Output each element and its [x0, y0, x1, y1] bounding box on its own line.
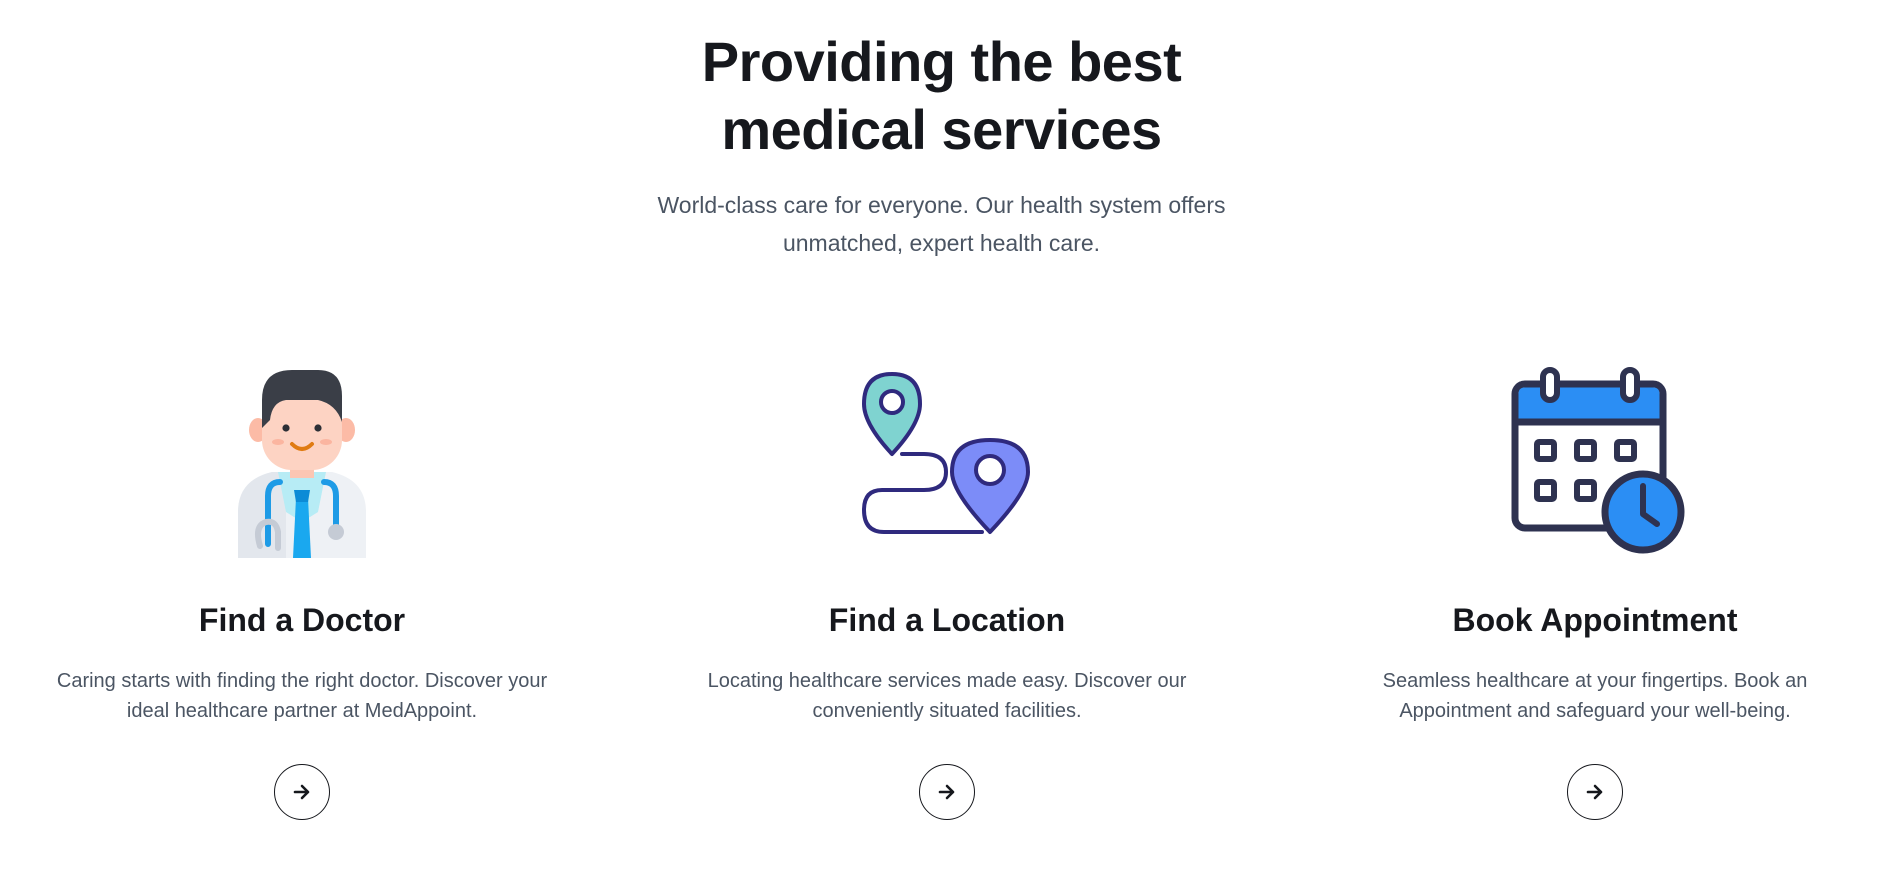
page-title-line-1: Providing the best — [701, 30, 1182, 93]
page-title: Providing the best medical services — [0, 28, 1883, 164]
book-appointment-arrow-button[interactable] — [1567, 764, 1623, 820]
card-description-line-1: Caring starts with finding the right doc… — [56, 670, 548, 692]
card-description: Caring starts with finding the right doc… — [12, 666, 592, 726]
calendar-clock-icon — [1495, 362, 1695, 562]
arrow-right-icon — [938, 784, 955, 800]
arrow-right-icon — [1586, 784, 1603, 800]
card-description: Seamless healthcare at your fingertips. … — [1305, 666, 1883, 726]
card-description: Locating healthcare services made easy. … — [657, 666, 1237, 726]
page-title-line-2: medical services — [721, 98, 1162, 161]
card-title: Find a Location — [828, 602, 1066, 638]
find-doctor-arrow-button[interactable] — [274, 764, 330, 820]
card-description-line-2: Appointment and safeguard your well-bein… — [1399, 700, 1791, 722]
card-book-appointment: Book Appointment Seamless healthcare at … — [1305, 362, 1883, 820]
card-find-location: Find a Location Locating healthcare serv… — [657, 362, 1237, 820]
card-description-line-2: conveniently situated facilities. — [812, 700, 1082, 722]
services-section: Providing the best medical services Worl… — [0, 0, 1883, 888]
location-route-icon — [847, 362, 1047, 562]
card-description-line-1: Seamless healthcare at your fingertips. … — [1382, 670, 1808, 692]
card-description-line-1: Locating healthcare services made easy. … — [707, 670, 1187, 692]
page-subtitle: World-class care for everyone. Our healt… — [632, 186, 1252, 262]
find-location-arrow-button[interactable] — [919, 764, 975, 820]
card-find-doctor: Find a Doctor Caring starts with finding… — [12, 362, 592, 820]
hero: Providing the best medical services Worl… — [0, 28, 1883, 262]
card-description-line-2: ideal healthcare partner at MedAppoint. — [126, 700, 478, 722]
page-subtitle-line-1: World-class care for everyone. Our healt… — [657, 192, 1226, 218]
arrow-right-icon — [293, 784, 310, 800]
card-title: Book Appointment — [1452, 602, 1738, 638]
doctor-icon — [202, 362, 402, 562]
page-subtitle-line-2: unmatched, expert health care. — [782, 230, 1101, 256]
card-title: Find a Doctor — [198, 602, 406, 638]
